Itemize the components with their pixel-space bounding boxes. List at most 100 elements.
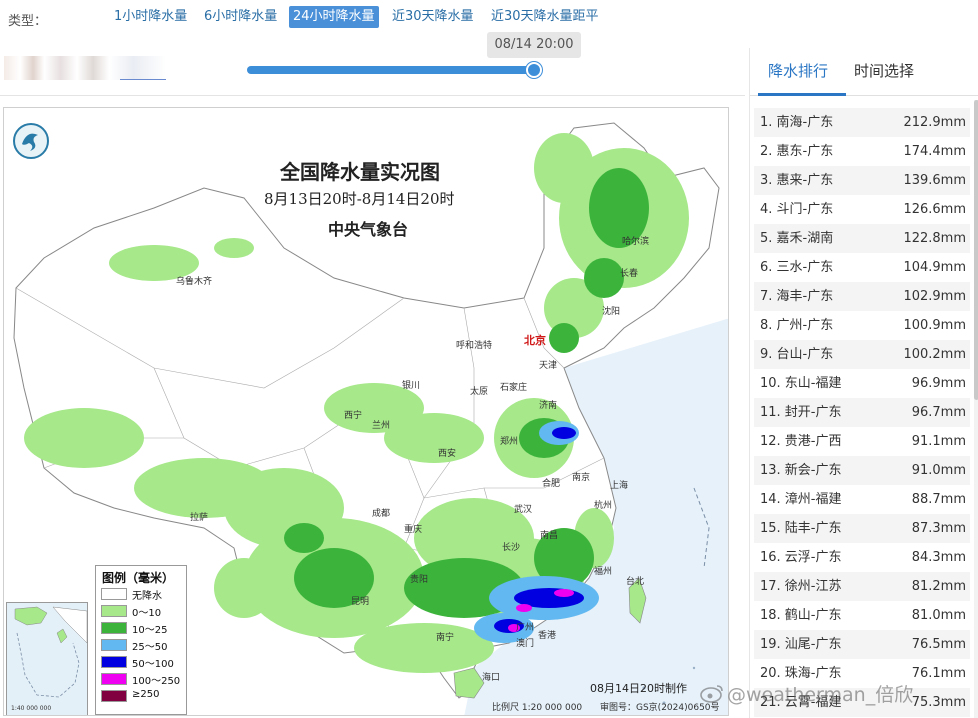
ranking-row[interactable]: 8. 广州-广东 100.9mm	[754, 311, 970, 340]
ranking-station: 11. 封开-广东	[760, 405, 842, 420]
legend-swatch	[101, 622, 127, 634]
ranking-value: 91.1mm	[911, 434, 966, 449]
time-slider-track[interactable]	[247, 62, 542, 78]
ranking-row[interactable]: 6. 三水-广东 104.9mm	[754, 253, 970, 282]
legend-item: 100～250	[101, 673, 187, 687]
ranking-value: 96.9mm	[911, 376, 966, 391]
ranking-row[interactable]: 5. 嘉禾-湖南 122.8mm	[754, 224, 970, 253]
legend-swatch	[101, 605, 127, 617]
ranking-row[interactable]: 16. 云浮-广东 84.3mm	[754, 543, 970, 572]
map-title: 全国降水量实况图	[280, 160, 440, 184]
ranking-row[interactable]: 13. 新会-广东 91.0mm	[754, 456, 970, 485]
precip-map[interactable]: 全国降水量实况图 8月13日20时-8月14日20时 中央气象台 乌鲁木齐 哈尔…	[3, 107, 729, 716]
legend-label: 50～100	[132, 659, 174, 670]
ranking-station: 19. 汕尾-广东	[760, 637, 842, 652]
legend-swatch	[101, 588, 127, 600]
city-label: 西宁	[344, 411, 363, 421]
tab-30d-precip[interactable]: 近30天降水量	[388, 6, 478, 28]
ranking-value: 212.9mm	[903, 115, 966, 130]
city-label: 沈阳	[602, 307, 621, 317]
ranking-value: 102.9mm	[903, 289, 966, 304]
map-organization: 中央气象台	[328, 220, 409, 239]
city-label: 长沙	[502, 543, 521, 553]
active-tab-indicator	[758, 93, 846, 96]
time-slider-handle[interactable]	[526, 62, 542, 78]
weibo-icon	[700, 685, 723, 703]
legend-item: 25～50	[101, 639, 187, 653]
map-made-time: 08月14日20时制作	[590, 682, 687, 695]
ranking-value: 104.9mm	[903, 260, 966, 275]
ranking-row[interactable]: 10. 东山-福建 96.9mm	[754, 369, 970, 398]
tab-precip-ranking[interactable]: 降水排行	[768, 60, 828, 81]
legend-swatch	[101, 639, 127, 651]
city-label: 银川	[402, 381, 421, 391]
city-label: 上海	[610, 481, 629, 491]
city-label: 杭州	[594, 501, 613, 511]
ranking-station: 3. 惠来-广东	[760, 173, 834, 188]
ranking-station: 2. 惠东-广东	[760, 144, 834, 159]
ranking-row[interactable]: 19. 汕尾-广东 76.5mm	[754, 630, 970, 659]
ranking-value: 84.3mm	[911, 550, 966, 565]
ranking-row[interactable]: 1. 南海-广东 212.9mm	[754, 108, 970, 137]
tab-24h-precip[interactable]: 24小时降水量	[289, 6, 379, 28]
tab-time-select[interactable]: 时间选择	[854, 60, 914, 81]
legend-title: 图例（毫米）	[102, 571, 175, 585]
city-label: 兰州	[372, 421, 391, 431]
ranking-value: 96.7mm	[911, 405, 966, 420]
city-label: 贵阳	[410, 575, 429, 585]
city-label: 重庆	[404, 525, 423, 535]
ranking-row[interactable]: 3. 惠来-广东 139.6mm	[754, 166, 970, 195]
type-label: 类型：	[8, 14, 48, 29]
ranking-row[interactable]: 11. 封开-广东 96.7mm	[754, 398, 970, 427]
ranking-row[interactable]: 9. 台山-广东 100.2mm	[754, 340, 970, 369]
legend-label: 0～10	[132, 608, 162, 619]
city-label: 广州	[516, 623, 535, 633]
map-scale: 比例尺 1:20 000 000	[492, 703, 583, 713]
ranking-row[interactable]: 12. 贵港-广西 91.1mm	[754, 427, 970, 456]
legend-label: 25～50	[132, 642, 168, 653]
ranking-value: 81.0mm	[911, 608, 966, 623]
legend-label: 100～250	[132, 676, 181, 687]
city-label: 香港	[538, 631, 557, 641]
ranking-row[interactable]: 2. 惠东-广东 174.4mm	[754, 137, 970, 166]
ranking-value: 81.2mm	[911, 579, 966, 594]
city-label: 福州	[594, 567, 613, 577]
tab-1h-precip[interactable]: 1小时降水量	[110, 6, 191, 28]
ranking-station: 7. 海丰-广东	[760, 289, 834, 304]
ranking-row[interactable]: 18. 鹤山-广东 81.0mm	[754, 601, 970, 630]
tab-30d-anomaly[interactable]: 近30天降水量距平	[487, 6, 603, 28]
city-label: 长春	[620, 269, 639, 279]
legend-swatch	[101, 690, 127, 702]
legend-item: 无降水	[101, 588, 187, 602]
ranking-value: 76.1mm	[911, 666, 966, 681]
blurred-underline	[120, 79, 166, 80]
ranking-scrollbar[interactable]	[974, 100, 978, 718]
ranking-value: 100.2mm	[903, 347, 966, 362]
ranking-row[interactable]: 15. 陆丰-广东 87.3mm	[754, 514, 970, 543]
ranking-station: 14. 漳州-福建	[760, 492, 842, 507]
ranking-station: 18. 鹤山-广东	[760, 608, 842, 623]
ranking-row[interactable]: 7. 海丰-广东 102.9mm	[754, 282, 970, 311]
ranking-row[interactable]: 4. 斗门-广东 126.6mm	[754, 195, 970, 224]
scrollbar-thumb[interactable]	[974, 100, 978, 400]
cma-logo-icon	[13, 123, 49, 159]
ranking-station: 8. 广州-广东	[760, 318, 834, 333]
legend-swatch	[101, 656, 127, 668]
time-slider-fill	[247, 66, 537, 74]
ranking-station: 10. 东山-福建	[760, 376, 842, 391]
ranking-station: 12. 贵港-广西	[760, 434, 842, 449]
ranking-station: 17. 徐州-江苏	[760, 579, 842, 594]
type-bar: 类型： 1小时降水量 6小时降水量 24小时降水量 近30天降水量 近30天降水…	[0, 0, 978, 36]
ranking-row[interactable]: 17. 徐州-江苏 81.2mm	[754, 572, 970, 601]
tab-6h-precip[interactable]: 6小时降水量	[200, 6, 281, 28]
ranking-value: 76.5mm	[911, 637, 966, 652]
city-label: 郑州	[500, 437, 519, 447]
ranking-station: 5. 嘉禾-湖南	[760, 231, 834, 246]
city-label: 合肥	[542, 479, 561, 489]
side-panel: 降水排行 时间选择 1. 南海-广东 212.9mm 2. 惠东-广东 174.4mm…	[749, 48, 978, 718]
ranking-row[interactable]: 14. 漳州-福建 88.7mm	[754, 485, 970, 514]
ranking-station: 6. 三水-广东	[760, 260, 834, 275]
side-tabs: 降水排行 时间选择	[750, 48, 978, 96]
ranking-list: 1. 南海-广东 212.9mm 2. 惠东-广东 174.4mm 3. 惠来-广东 13…	[754, 108, 970, 717]
ranking-station: 15. 陆丰-广东	[760, 521, 842, 536]
